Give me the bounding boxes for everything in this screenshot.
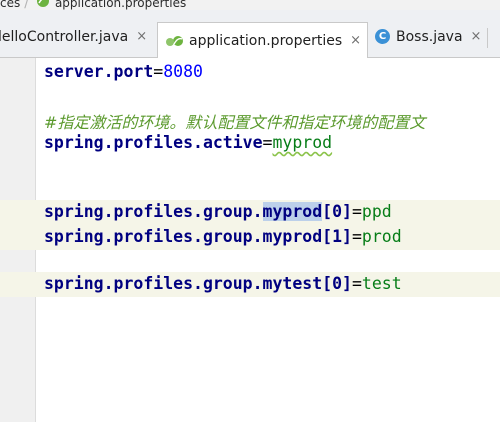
property-value: ppd xyxy=(361,202,392,221)
property-index: [0] xyxy=(322,274,352,293)
property-key: spring.profiles.group. xyxy=(44,202,263,221)
equals-sign: = xyxy=(351,227,362,246)
tab-label: lelloController.java xyxy=(0,28,129,45)
tab-application-properties[interactable]: application.properties × xyxy=(157,22,369,58)
tab-hellocontroller[interactable]: lelloController.java × xyxy=(0,23,147,50)
close-icon[interactable]: × xyxy=(471,29,482,44)
property-key: spring.profiles.group.mytest xyxy=(44,274,323,293)
breadcrumb-item-resources[interactable]: ces xyxy=(0,0,20,10)
property-value: 8080 xyxy=(163,62,203,81)
breadcrumb-item-file[interactable]: application.properties xyxy=(55,0,186,10)
java-class-icon: C xyxy=(375,29,390,44)
code-comment[interactable]: #指定激活的环境。默认配置文件和指定环境的配置文 xyxy=(44,109,425,133)
property-value: myprod xyxy=(272,133,333,152)
property-key: spring.profiles.group.myprod xyxy=(44,227,323,246)
property-index: [1] xyxy=(322,227,352,246)
tab-label: Boss.java xyxy=(396,28,463,45)
property-value: prod xyxy=(361,227,402,246)
equals-sign: = xyxy=(262,133,273,152)
code-line-group-mytest-0[interactable]: spring.profiles.group.mytest[0]=test xyxy=(44,274,402,293)
editor-tab-bar: lelloController.java × application.prope… xyxy=(0,10,500,58)
property-key: spring.profiles.active xyxy=(44,133,263,152)
tab-boss-java[interactable]: C Boss.java × xyxy=(375,23,481,50)
property-key: server.port xyxy=(44,62,154,81)
close-icon[interactable]: × xyxy=(350,33,361,48)
equals-sign: = xyxy=(351,202,362,221)
tab-divider xyxy=(487,28,488,48)
property-index: [0] xyxy=(322,202,352,221)
close-icon[interactable]: × xyxy=(136,29,147,44)
spring-leaf-icon xyxy=(35,0,51,10)
equals-sign: = xyxy=(351,274,362,293)
code-line-server-port[interactable]: server.port=8080 xyxy=(44,62,203,81)
code-line-group-myprod-1[interactable]: spring.profiles.group.myprod[1]=prod xyxy=(44,227,402,246)
code-line-profiles-active[interactable]: spring.profiles.active=myprod xyxy=(44,133,332,152)
breadcrumb: ces / application.properties xyxy=(0,0,500,10)
equals-sign: = xyxy=(153,62,164,81)
selected-word: myprod xyxy=(262,202,323,221)
breadcrumb-separator: / xyxy=(24,0,29,10)
spring-leaf-icon xyxy=(164,34,184,48)
tab-label: application.properties xyxy=(189,32,343,49)
property-value: test xyxy=(361,274,402,293)
code-line-group-myprod-0[interactable]: spring.profiles.group.myprod[0]=ppd xyxy=(44,202,392,221)
